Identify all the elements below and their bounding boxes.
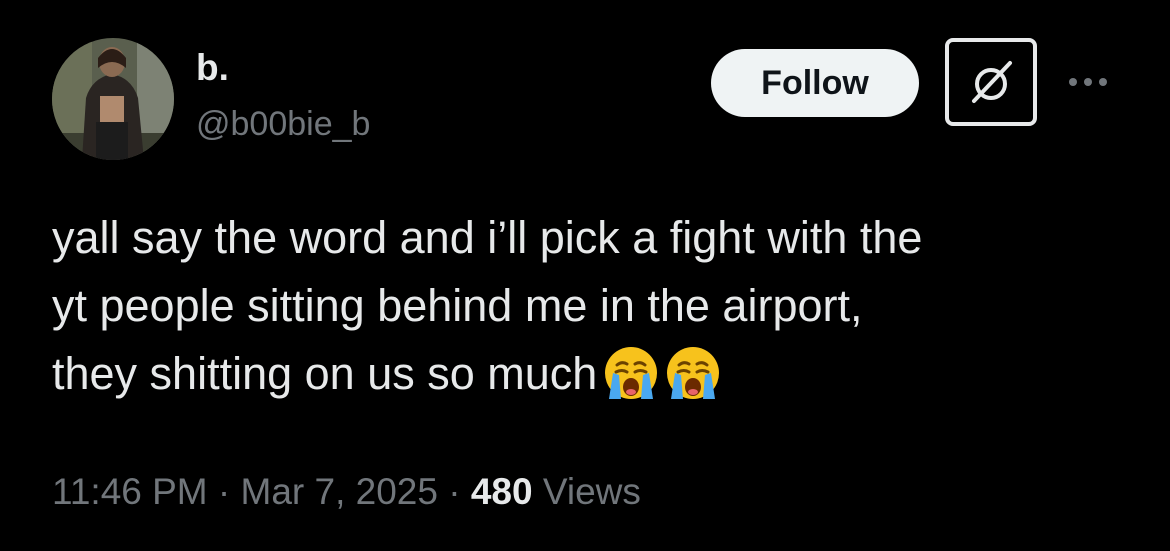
- loudly-crying-face-icon: [665, 345, 721, 420]
- grok-button[interactable]: [945, 38, 1037, 126]
- loudly-crying-face-icon: [603, 345, 659, 420]
- ellipsis-icon: [1069, 78, 1107, 86]
- tweet-line: they shitting on us so much: [52, 340, 1132, 420]
- tweet-line-text: they shitting on us so much: [52, 348, 598, 399]
- tweet-meta: 11:46 PM · Mar 7, 2025 · 480 Views: [52, 468, 641, 516]
- tweet-text: yall say the word and i’ll pick a fight …: [52, 204, 1132, 420]
- tweet-time[interactable]: 11:46 PM: [52, 471, 208, 512]
- profile-photo-icon: [52, 38, 174, 160]
- tweet-card: b. @b00bie_b Follow yall say the word an…: [0, 0, 1170, 551]
- follow-button[interactable]: Follow: [711, 49, 919, 117]
- tweet-date[interactable]: Mar 7, 2025: [241, 471, 438, 512]
- more-options-button[interactable]: [1058, 60, 1118, 104]
- tweet-line: yt people sitting behind me in the airpo…: [52, 280, 863, 331]
- author-display-name[interactable]: b.: [196, 46, 229, 90]
- views-label: Views: [542, 471, 641, 512]
- meta-separator: ·: [217, 471, 231, 512]
- author-handle[interactable]: @b00bie_b: [196, 103, 370, 145]
- avatar[interactable]: [52, 38, 174, 160]
- meta-separator: ·: [448, 471, 461, 512]
- views-count: 480: [470, 471, 533, 512]
- grok-icon: [972, 61, 1012, 103]
- tweet-line: yall say the word and i’ll pick a fight …: [52, 212, 923, 263]
